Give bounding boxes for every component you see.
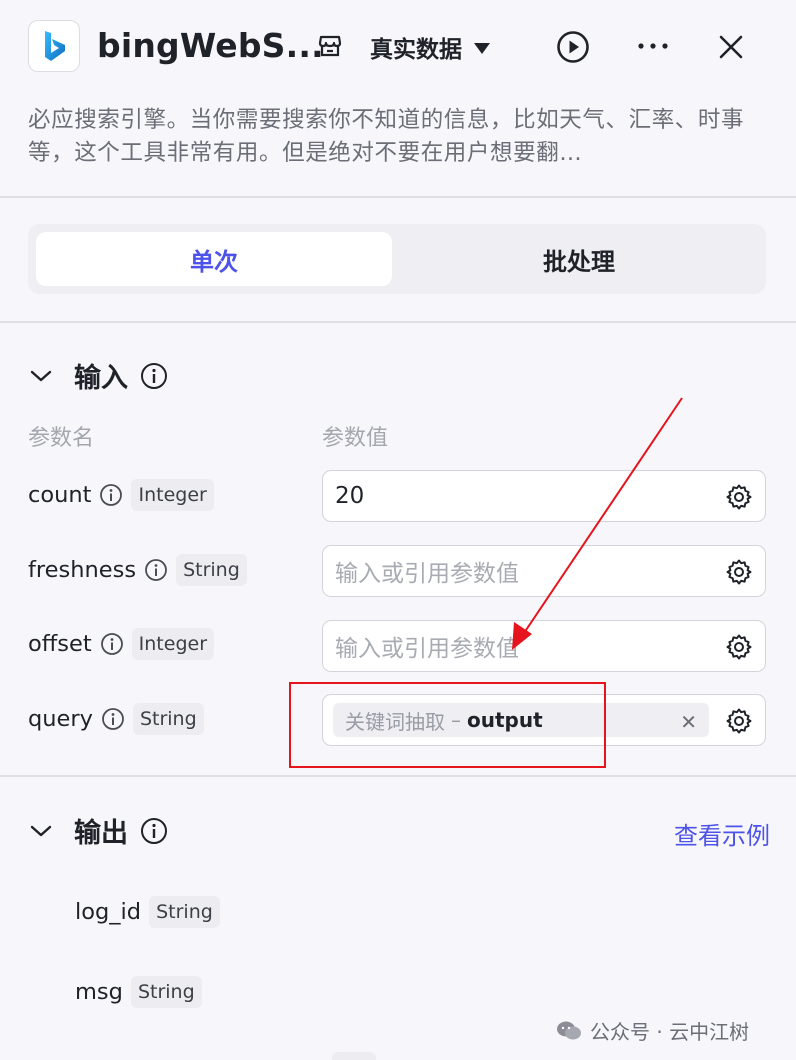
more-icon[interactable] xyxy=(636,36,670,60)
data-mode-select[interactable]: 真实数据 xyxy=(370,30,490,64)
tab-batch[interactable]: 批处理 xyxy=(401,232,757,286)
gear-icon[interactable] xyxy=(725,633,753,661)
bing-logo-icon xyxy=(45,31,65,61)
type-tag: String xyxy=(149,896,220,928)
count-value[interactable]: 20 xyxy=(335,483,364,509)
info-icon[interactable] xyxy=(140,362,168,390)
chevron-down-icon[interactable] xyxy=(28,823,54,839)
type-tag: String xyxy=(132,703,204,735)
output-section-header[interactable]: 输出 xyxy=(28,811,168,850)
gear-icon[interactable] xyxy=(725,483,753,511)
freshness-placeholder[interactable]: 输入或引用参数值 xyxy=(335,554,519,588)
run-mode-tabs: 单次 批处理 xyxy=(28,224,766,294)
param-name: count xyxy=(28,482,92,508)
gear-icon[interactable] xyxy=(725,707,753,735)
output-field-name: msg xyxy=(75,979,123,1005)
watermark-text: 公众号 · 云中江树 xyxy=(590,1020,750,1044)
param-value-header: 参数值 xyxy=(322,426,389,451)
param-name-header: 参数名 xyxy=(28,426,95,451)
type-tag xyxy=(332,1052,376,1060)
input-section-header[interactable]: 输入 xyxy=(28,356,168,395)
freshness-input[interactable]: 输入或引用参数值 xyxy=(322,545,766,597)
wechat-icon xyxy=(557,1021,581,1039)
info-icon[interactable] xyxy=(140,817,168,845)
type-tag: String xyxy=(176,554,247,586)
param-row-query: query String xyxy=(28,694,204,744)
bing-logo xyxy=(28,20,80,72)
param-row-freshness: freshness String xyxy=(28,545,247,595)
node-title: bingWebS... xyxy=(97,26,324,65)
divider xyxy=(0,775,796,777)
play-icon[interactable] xyxy=(556,30,590,68)
node-header: bingWebS... 真实数据 xyxy=(0,0,796,92)
watermark: 公众号 · 云中江树 xyxy=(556,1016,749,1045)
output-field-msg: msg String xyxy=(75,976,202,1008)
param-name: query xyxy=(28,706,93,732)
divider xyxy=(0,196,796,198)
node-description: 必应搜索引擎。当你需要搜索你不知道的信息，比如天气、汇率、时事等，这个工具非常有… xyxy=(28,107,745,166)
param-name: freshness xyxy=(28,557,137,583)
type-tag: Integer xyxy=(131,479,214,511)
chevron-down-icon[interactable] xyxy=(28,368,54,384)
info-icon[interactable] xyxy=(99,483,123,507)
info-icon[interactable] xyxy=(100,632,124,656)
param-row-offset: offset Integer xyxy=(28,619,215,669)
divider xyxy=(0,321,796,323)
type-tag: Integer xyxy=(131,628,215,660)
count-input[interactable]: 20 xyxy=(322,470,766,522)
data-mode-label: 真实数据 xyxy=(370,37,462,63)
output-section-title: 输出 xyxy=(74,818,128,849)
close-icon[interactable]: ✕ xyxy=(680,710,697,734)
gear-icon[interactable] xyxy=(725,558,753,586)
input-section-title: 输入 xyxy=(74,363,128,394)
info-icon[interactable] xyxy=(101,707,125,731)
type-tag: String xyxy=(130,976,202,1008)
offset-input[interactable]: 输入或引用参数值 xyxy=(322,620,766,672)
tab-single[interactable]: 单次 xyxy=(36,232,392,286)
param-name: offset xyxy=(28,631,92,657)
offset-placeholder[interactable]: 输入或引用参数值 xyxy=(335,629,519,663)
output-field-name: log_id xyxy=(75,899,142,925)
close-icon[interactable] xyxy=(717,33,745,65)
param-row-count: count Integer xyxy=(28,470,214,520)
view-example-link[interactable]: 查看示例 xyxy=(674,816,770,851)
output-field-log-id: log_id String xyxy=(75,896,220,928)
info-icon[interactable] xyxy=(144,558,168,582)
annotation-highlight-box xyxy=(289,682,606,768)
store-icon[interactable] xyxy=(317,33,343,63)
chevron-down-icon xyxy=(474,43,490,54)
